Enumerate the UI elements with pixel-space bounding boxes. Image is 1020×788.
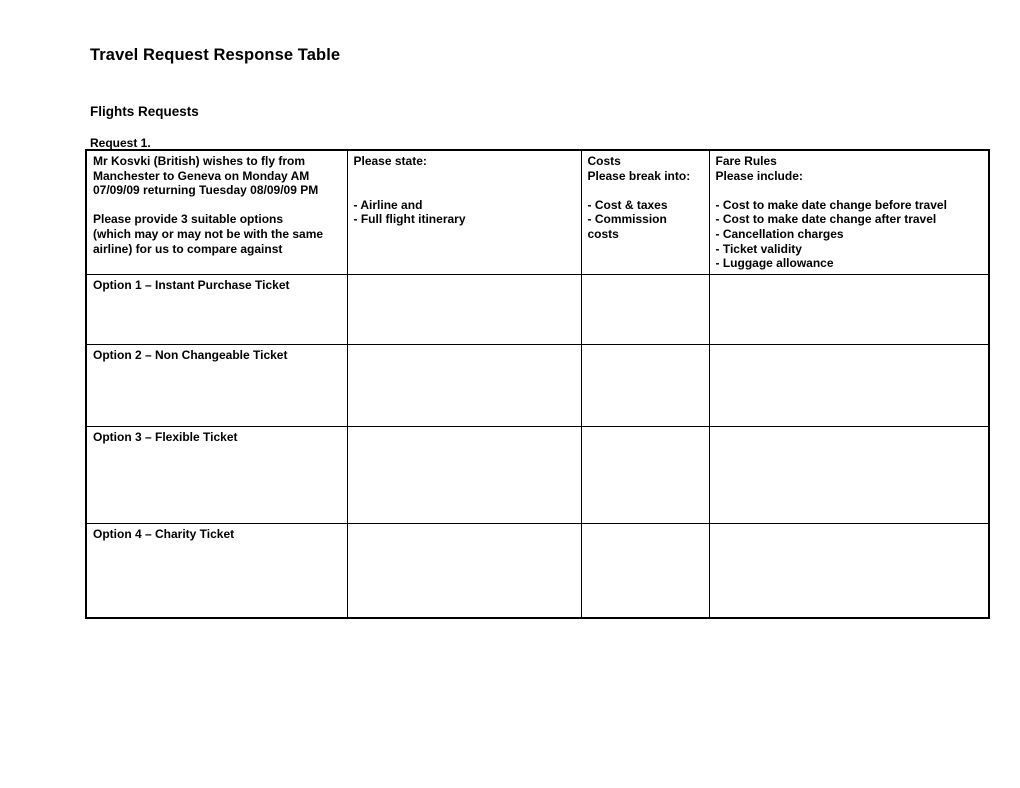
table-row: Option 2 – Non Changeable Ticket	[85, 343, 990, 427]
table-row: Option 3 – Flexible Ticket	[85, 425, 990, 524]
fare-rules-line: - Cost to make date change after travel	[715, 212, 937, 227]
cell-option-please-state-entry[interactable]	[346, 273, 582, 345]
costs-line: Costs	[587, 154, 621, 168]
costs-line: - Commission	[587, 212, 667, 227]
request-details-line: airline) for us to compare against	[93, 241, 283, 256]
cell-option-please-state-entry[interactable]	[346, 343, 582, 427]
table-row: Option 4 – Charity Ticket	[85, 522, 990, 619]
cell-request-details: Mr Kosvki (British) wishes to fly from M…	[85, 149, 348, 275]
fare-rules-line: Fare Rules	[715, 154, 777, 168]
fare-rules-line: - Cancellation charges	[715, 226, 844, 241]
cell-please-state: Please state: - Airline and - Full fligh…	[346, 149, 582, 275]
cell-option-fare-rules-entry[interactable]	[708, 343, 990, 427]
cell-option-fare-rules-entry[interactable]	[708, 273, 990, 345]
cell-option-please-state-entry[interactable]	[346, 522, 582, 619]
page-title: Travel Request Response Table	[90, 46, 341, 64]
section-heading-flights-requests: Flights Requests	[90, 104, 199, 119]
fare-rules-spacer	[716, 183, 984, 198]
costs-line: - Cost & taxes	[587, 197, 668, 212]
cell-option-costs-entry[interactable]	[580, 273, 710, 345]
request-details-line: Mr Kosvki (British) wishes to fly from	[93, 154, 306, 168]
document-page: Travel Request Response Table Flights Re…	[0, 0, 1020, 788]
costs-line: costs	[587, 226, 619, 241]
costs-line: Please break into:	[587, 168, 691, 183]
cell-option-costs-entry[interactable]	[580, 343, 710, 427]
request-details-line: (which may or may not be with the same	[93, 226, 324, 241]
cell-option-costs-entry[interactable]	[580, 425, 710, 524]
cell-option-costs-entry[interactable]	[580, 522, 710, 619]
fare-rules-line: Please include:	[715, 168, 803, 183]
costs-spacer	[588, 183, 704, 198]
travel-request-response-table: Mr Kosvki (British) wishes to fly from M…	[85, 149, 990, 619]
fare-rules-line: - Cost to make date change before travel	[715, 197, 947, 212]
request-details-line: 07/09/09 returning Tuesday 08/09/09 PM	[93, 183, 319, 198]
cell-option-fare-rules-entry[interactable]	[708, 425, 990, 524]
cell-option-label: Option 2 – Non Changeable Ticket	[85, 343, 348, 427]
cell-costs: Costs Please break into: - Cost & taxes …	[580, 149, 710, 275]
please-state-spacer	[354, 169, 576, 184]
cell-fare-rules: Fare Rules Please include: - Cost to mak…	[708, 149, 990, 275]
cell-option-label: Option 3 – Flexible Ticket	[85, 425, 348, 524]
please-state-line: - Airline and	[353, 197, 423, 212]
please-state-spacer	[354, 183, 576, 198]
table-row: Option 1 – Instant Purchase Ticket	[85, 273, 990, 345]
fare-rules-line: - Luggage allowance	[715, 256, 834, 271]
please-state-line: Please state:	[353, 154, 427, 168]
cell-option-label: Option 4 – Charity Ticket	[85, 522, 348, 619]
cell-option-fare-rules-entry[interactable]	[708, 522, 990, 619]
cell-option-please-state-entry[interactable]	[346, 425, 582, 524]
cell-option-label: Option 1 – Instant Purchase Ticket	[85, 273, 348, 345]
request-details-spacer	[93, 198, 342, 213]
request-details-line: Manchester to Geneva on Monday AM	[93, 168, 310, 183]
table-row-header: Mr Kosvki (British) wishes to fly from M…	[85, 149, 990, 275]
please-state-line: - Full flight itinerary	[353, 212, 466, 227]
request-details-line: Please provide 3 suitable options	[93, 212, 284, 227]
fare-rules-line: - Ticket validity	[715, 241, 802, 256]
